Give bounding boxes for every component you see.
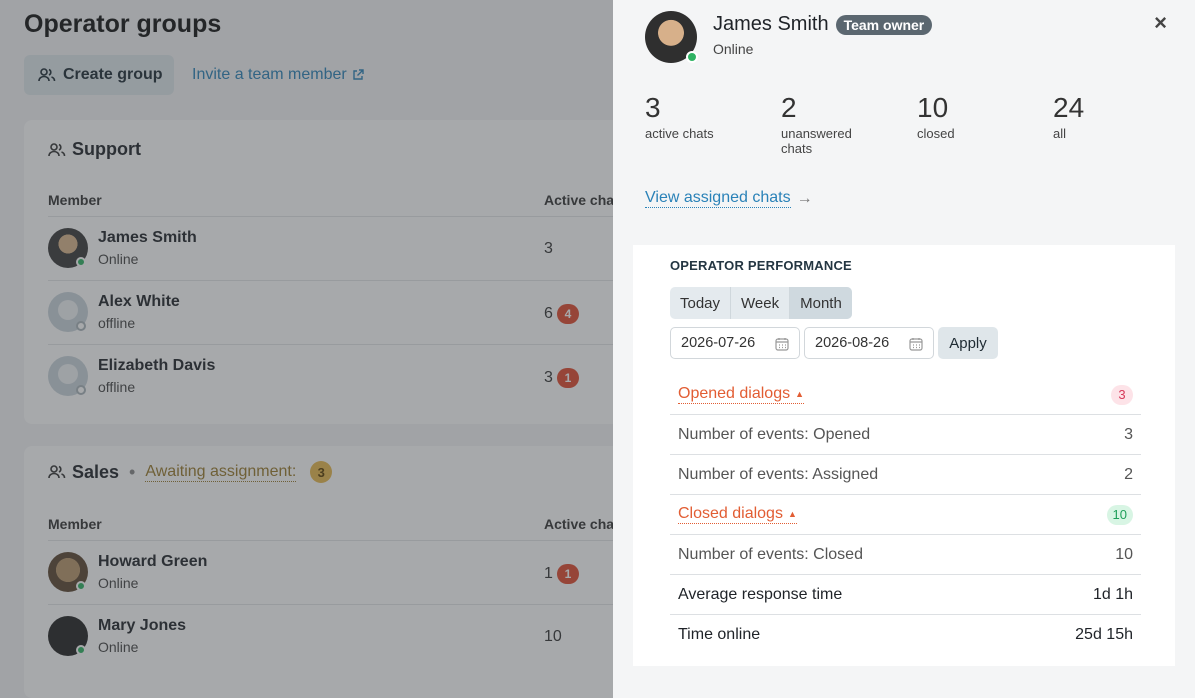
caret-up-icon: ▲ xyxy=(795,389,805,399)
stat-label: all xyxy=(1053,126,1067,141)
closed-dialogs-toggle[interactable]: Closed dialogs ▲ xyxy=(678,505,797,524)
stat-value: 24 xyxy=(1053,92,1085,123)
metric-label: Average response time xyxy=(678,585,843,603)
calendar-icon xyxy=(775,338,789,351)
date-from-value: 2026-07-26 xyxy=(681,335,756,351)
time-online-row: Time online 25d 15h xyxy=(670,615,1141,655)
metric-value: 2 xyxy=(1124,465,1133,483)
period-selector: Today Week Month xyxy=(670,287,852,319)
apply-button[interactable]: Apply xyxy=(938,327,998,359)
opened-dialogs-row: Opened dialogs ▲ 3 xyxy=(670,375,1141,415)
stat-label: unanswered chats xyxy=(781,126,852,156)
view-link-label: View assigned chats xyxy=(645,189,791,208)
section-label: Opened dialogs xyxy=(678,385,791,402)
performance-title: OPERATOR PERFORMANCE xyxy=(670,258,852,273)
operator-performance-card: OPERATOR PERFORMANCE Today Week Month 20… xyxy=(633,245,1175,666)
opened-count-badge: 3 xyxy=(1111,384,1133,405)
section-label: Closed dialogs xyxy=(678,505,783,522)
metric-row: Number of events: Assigned 2 xyxy=(670,455,1141,495)
metric-label: Number of events: Opened xyxy=(678,425,871,443)
stat-label: active chats xyxy=(645,126,714,141)
period-week[interactable]: Week xyxy=(731,287,791,319)
performance-table: Opened dialogs ▲ 3 Number of events: Open… xyxy=(670,375,1141,655)
stat-closed: 10 closed xyxy=(917,92,1037,141)
closed-dialogs-row: Closed dialogs ▲ 10 xyxy=(670,495,1141,535)
online-indicator xyxy=(686,51,698,63)
stat-label: closed xyxy=(917,126,955,141)
avatar xyxy=(645,11,698,63)
metric-value: 10 xyxy=(1115,545,1133,563)
operator-name-row: James Smith Team owner xyxy=(713,13,933,36)
metric-label: Number of events: Closed xyxy=(678,545,863,563)
date-from-field[interactable]: 2026-07-26 xyxy=(670,327,800,359)
calendar-icon xyxy=(909,338,923,351)
operator-status: Online xyxy=(713,41,754,57)
metric-row: Number of events: Closed 10 xyxy=(670,535,1141,575)
closed-count-badge: 10 xyxy=(1106,504,1133,525)
date-to-field[interactable]: 2026-08-26 xyxy=(804,327,934,359)
role-badge: Team owner xyxy=(835,14,933,35)
metric-label: Time online xyxy=(678,626,761,643)
view-assigned-chats-link[interactable]: View assigned chats → xyxy=(645,189,813,208)
opened-dialogs-toggle[interactable]: Opened dialogs ▲ xyxy=(678,385,805,404)
stat-value: 3 xyxy=(645,92,661,123)
metric-value: 3 xyxy=(1124,425,1133,443)
stat-active-chats: 3 active chats xyxy=(645,92,765,141)
stat-value: 2 xyxy=(781,92,797,123)
period-month[interactable]: Month xyxy=(790,287,852,319)
date-to-value: 2026-08-26 xyxy=(815,335,890,351)
metric-label: Number of events: Assigned xyxy=(678,465,879,483)
metric-value: 1d 1h xyxy=(1092,585,1133,603)
close-icon[interactable]: × xyxy=(1154,10,1167,36)
metric-row: Number of events: Opened 3 xyxy=(670,415,1141,455)
stat-all: 24 all xyxy=(1053,92,1173,141)
operator-name: James Smith xyxy=(713,13,829,35)
stat-unanswered-chats: 2 unanswered chats xyxy=(781,92,871,156)
stat-value: 10 xyxy=(917,92,949,123)
caret-up-icon: ▲ xyxy=(787,509,797,519)
metric-value: 25d 15h xyxy=(1075,626,1133,643)
arrow-right-icon: → xyxy=(796,189,813,207)
period-today[interactable]: Today xyxy=(670,287,732,319)
average-response-row: Average response time 1d 1h xyxy=(670,575,1141,615)
operator-detail-panel: × James Smith Team owner Online 3 active… xyxy=(613,0,1195,698)
